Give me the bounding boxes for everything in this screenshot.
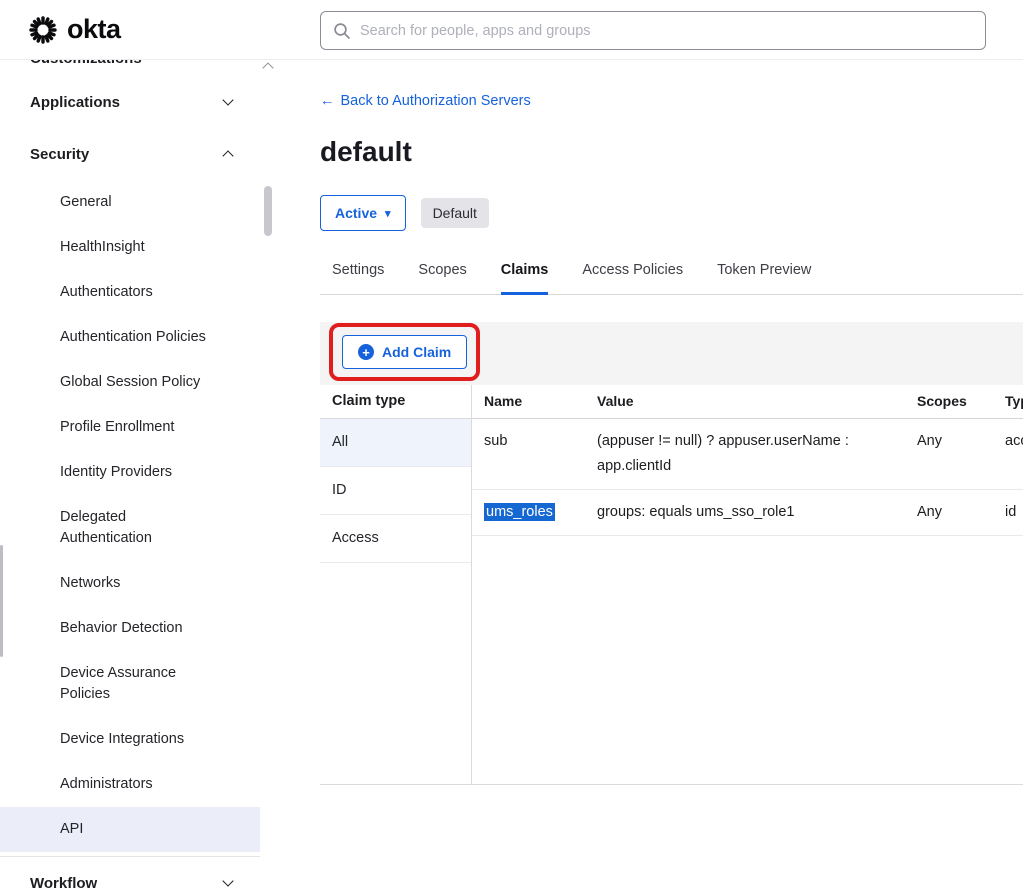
annotation-highlight: + Add Claim — [329, 323, 480, 381]
sidebar-scrollbar[interactable] — [262, 60, 274, 894]
claim-type-option-all[interactable]: All — [320, 419, 471, 467]
chevron-up-icon — [222, 150, 233, 161]
search-input[interactable] — [360, 23, 973, 39]
top-bar: okta — [0, 0, 1023, 60]
sidebar-item-identity-providers[interactable]: Identity Providers — [0, 450, 260, 495]
sidebar-item-customizations[interactable]: Customizations — [0, 60, 260, 76]
sidebar-item-networks[interactable]: Networks — [0, 561, 260, 606]
claims-panel: Claim type All ID Access Name Value Scop… — [320, 385, 1023, 785]
claim-value-cell: groups: equals ums_sso_role1 — [597, 500, 917, 525]
tab-scopes[interactable]: Scopes — [418, 262, 466, 295]
claim-type-option-access[interactable]: Access — [320, 515, 471, 563]
column-header-type: Typ — [1005, 391, 1023, 412]
selected-text-highlight: ums_roles — [484, 503, 555, 521]
sidebar-item-behavior-detection[interactable]: Behavior Detection — [0, 606, 260, 651]
main-content: ← Back to Authorization Servers default … — [320, 60, 1023, 894]
security-subnav: General HealthInsight Authenticators Aut… — [0, 180, 260, 852]
claim-type-header: Claim type — [320, 385, 471, 419]
active-status-dropdown[interactable]: Active ▾ — [320, 195, 406, 231]
okta-logo[interactable]: okta — [28, 14, 121, 45]
add-claim-button[interactable]: + Add Claim — [342, 335, 467, 369]
sidebar-item-profile-enrollment[interactable]: Profile Enrollment — [0, 405, 260, 450]
caret-down-icon: ▾ — [385, 207, 391, 220]
claim-name-cell: ums_roles — [484, 500, 597, 525]
claim-scopes-cell: Any — [917, 429, 1005, 454]
tab-access-policies[interactable]: Access Policies — [582, 262, 683, 295]
claim-type-panel: Claim type All ID Access — [320, 385, 472, 784]
claim-type-cell: id — [1005, 500, 1023, 525]
claims-table: Name Value Scopes Typ sub (appuser != nu… — [472, 385, 1023, 784]
sidebar-item-device-assurance-policies[interactable]: Device Assurance Policies — [0, 651, 260, 717]
sidebar-item-administrators[interactable]: Administrators — [0, 762, 260, 807]
column-header-scopes: Scopes — [917, 391, 1005, 412]
scrollbar-up-arrow-icon[interactable] — [262, 62, 273, 73]
tab-token-preview[interactable]: Token Preview — [717, 262, 811, 295]
sidebar-item-applications[interactable]: Applications — [0, 76, 260, 128]
claim-type-cell: acc — [1005, 429, 1023, 454]
default-badge: Default — [421, 198, 489, 228]
sidebar-item-healthinsight[interactable]: HealthInsight — [0, 225, 260, 270]
sidebar-item-authenticators[interactable]: Authenticators — [0, 270, 260, 315]
tab-claims[interactable]: Claims — [501, 262, 549, 295]
tab-bar: Settings Scopes Claims Access Policies T… — [320, 262, 1023, 295]
claim-value-cell: (appuser != null) ? appuser.userName : a… — [597, 429, 917, 479]
sidebar-item-delegated-authentication[interactable]: Delegated Authentication — [0, 495, 260, 561]
sidebar-item-api[interactable]: API — [0, 807, 260, 852]
global-search[interactable] — [320, 11, 986, 50]
plus-icon: + — [358, 344, 374, 360]
sidebar-item-device-integrations[interactable]: Device Integrations — [0, 717, 260, 762]
claim-name-cell: sub — [484, 429, 597, 454]
column-header-value: Value — [597, 391, 917, 412]
back-to-authorization-servers-link[interactable]: ← Back to Authorization Servers — [320, 93, 531, 109]
claim-type-option-id[interactable]: ID — [320, 467, 471, 515]
left-edge-scrollbar[interactable] — [0, 545, 3, 657]
page-title: default — [320, 136, 1023, 168]
claims-toolbar: + Add Claim — [320, 322, 1023, 385]
okta-logo-text: okta — [67, 14, 121, 45]
scrollbar-thumb[interactable] — [264, 186, 272, 236]
table-header-row: Name Value Scopes Typ — [472, 385, 1023, 419]
sidebar-item-authentication-policies[interactable]: Authentication Policies — [0, 315, 260, 360]
sidebar-item-global-session-policy[interactable]: Global Session Policy — [0, 360, 260, 405]
back-arrow-icon: ← — [320, 93, 335, 109]
sidebar-item-general[interactable]: General — [0, 180, 260, 225]
search-icon — [333, 22, 351, 40]
claim-scopes-cell: Any — [917, 500, 1005, 525]
sidebar-nav: Customizations Applications Security Gen… — [0, 60, 280, 894]
tab-settings[interactable]: Settings — [332, 262, 384, 295]
chevron-down-icon — [222, 875, 233, 886]
okta-logo-icon — [28, 15, 58, 45]
sidebar-item-security[interactable]: Security — [0, 128, 260, 180]
sidebar-item-workflow[interactable]: Workflow — [0, 856, 260, 894]
column-header-name: Name — [484, 391, 597, 412]
table-row[interactable]: ums_roles groups: equals ums_sso_role1 A… — [472, 490, 1023, 536]
table-row[interactable]: sub (appuser != null) ? appuser.userName… — [472, 419, 1023, 490]
chevron-down-icon — [222, 94, 233, 105]
